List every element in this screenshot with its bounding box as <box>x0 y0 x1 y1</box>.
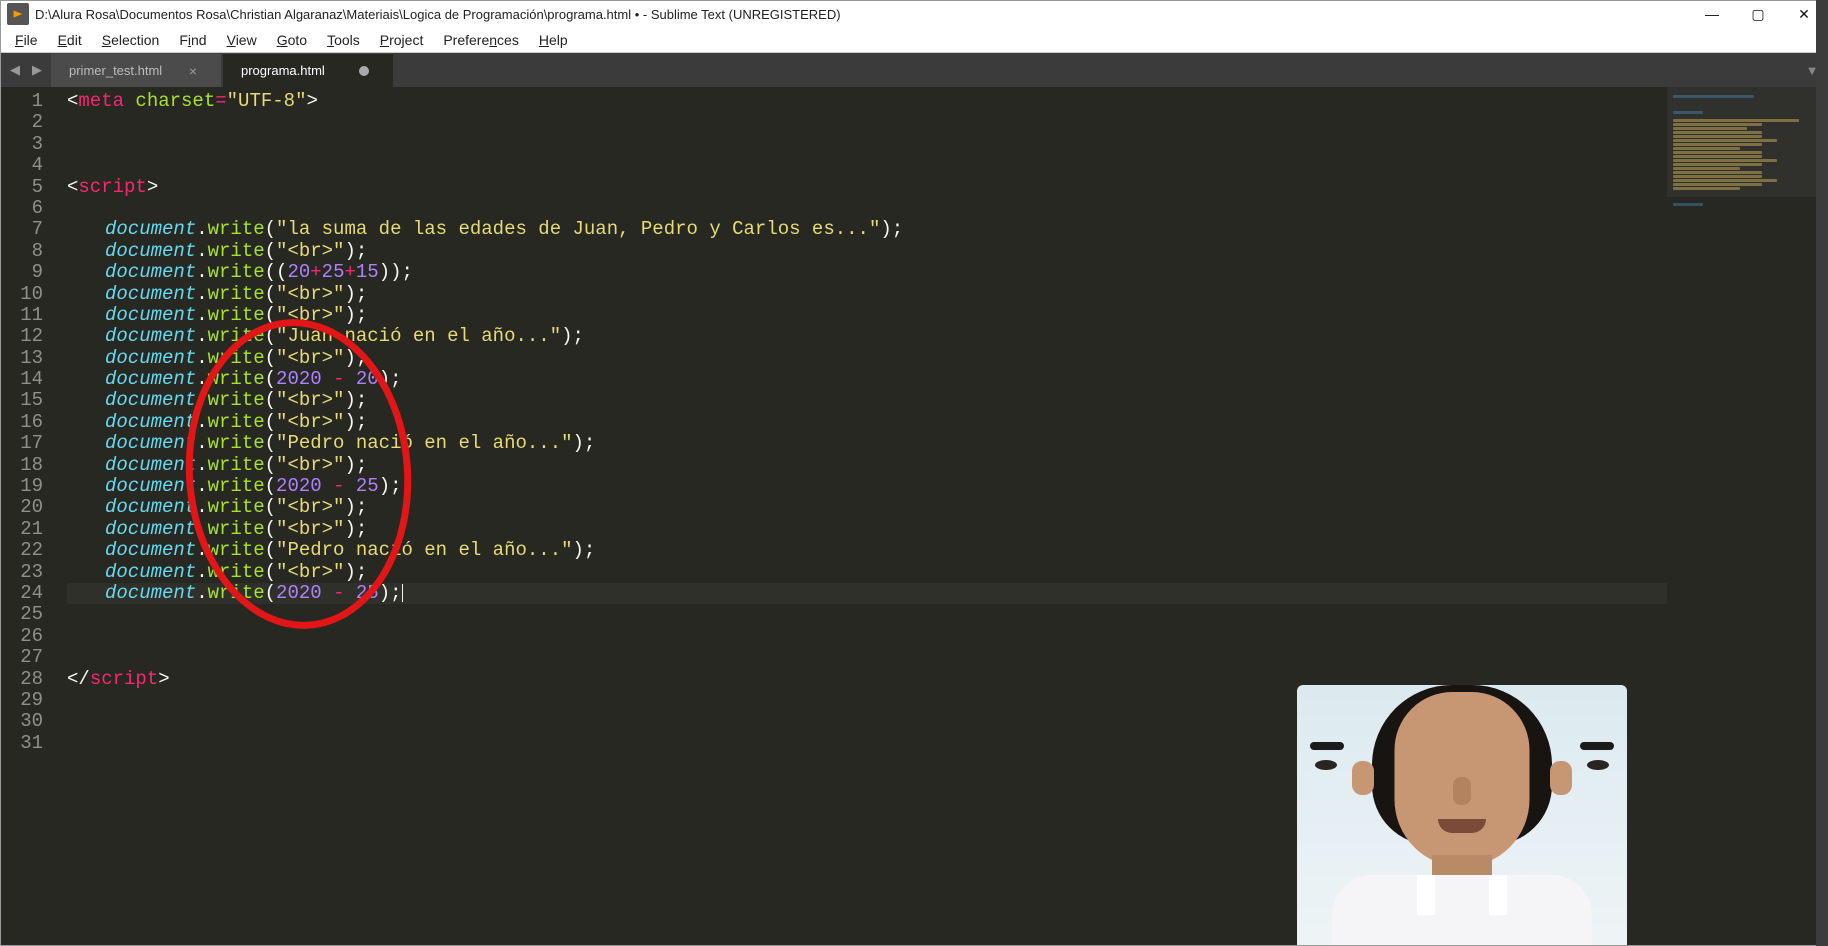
window-border-right <box>1816 0 1828 946</box>
client-area: ◀ ▶ primer_test.html × programa.html ▼ 1… <box>1 53 1827 945</box>
tab-primer-test[interactable]: primer_test.html × <box>51 53 221 87</box>
minimize-button[interactable]: — <box>1689 1 1735 27</box>
tab-dirty-icon <box>359 66 369 76</box>
menu-preferences[interactable]: Preferences <box>433 30 529 50</box>
menu-project[interactable]: Project <box>370 30 434 50</box>
menubar: File Edit Selection Find View Goto Tools… <box>1 27 1827 53</box>
minimap[interactable] <box>1667 87 1827 945</box>
menu-goto[interactable]: Goto <box>267 30 317 50</box>
menu-file[interactable]: File <box>5 30 48 50</box>
window-title: D:\Alura Rosa\Documentos Rosa\Christian … <box>35 7 1689 22</box>
titlebar[interactable]: D:\Alura Rosa\Documentos Rosa\Christian … <box>1 1 1827 27</box>
webcam-overlay <box>1297 685 1627 945</box>
tab-label: programa.html <box>241 63 325 78</box>
tabbar: ◀ ▶ primer_test.html × programa.html ▼ <box>1 53 1827 87</box>
menu-help[interactable]: Help <box>529 30 578 50</box>
menu-selection[interactable]: Selection <box>92 30 170 50</box>
menu-find[interactable]: Find <box>169 30 216 50</box>
editor[interactable]: 1234567891011121314151617181920212223242… <box>1 87 1827 945</box>
maximize-button[interactable]: ▢ <box>1735 1 1781 27</box>
tab-programa[interactable]: programa.html <box>223 53 393 87</box>
nav-back-icon[interactable]: ◀ <box>7 62 23 78</box>
tab-close-icon[interactable]: × <box>189 63 197 79</box>
menu-edit[interactable]: Edit <box>48 30 92 50</box>
menu-view[interactable]: View <box>217 30 267 50</box>
line-number-gutter: 1234567891011121314151617181920212223242… <box>1 87 57 945</box>
sublime-icon <box>7 3 29 25</box>
app-window: D:\Alura Rosa\Documentos Rosa\Christian … <box>0 0 1828 946</box>
tab-label: primer_test.html <box>69 63 162 78</box>
nav-forward-icon[interactable]: ▶ <box>29 62 45 78</box>
menu-tools[interactable]: Tools <box>317 30 370 50</box>
